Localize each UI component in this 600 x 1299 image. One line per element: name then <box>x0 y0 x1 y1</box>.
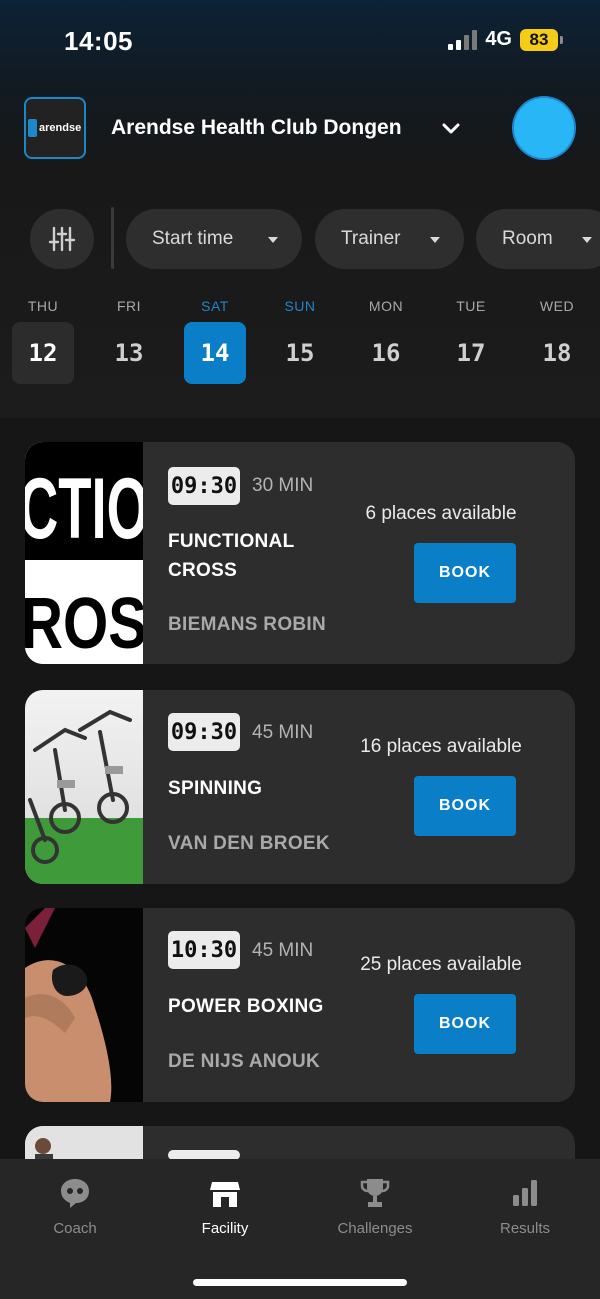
nav-challenges[interactable]: Challenges <box>315 1175 435 1237</box>
class-time: 09:30 <box>168 713 240 751</box>
class-duration: 30 MIN <box>252 475 314 496</box>
functional-cross-image: CTIO ROS <box>25 442 143 664</box>
day-number: 13 <box>114 339 144 367</box>
class-image <box>25 690 143 884</box>
svg-text:CTIO: CTIO <box>25 461 143 557</box>
day-name: TUE <box>456 298 486 314</box>
nav-label: Results <box>499 1220 551 1237</box>
places-available: 6 places available <box>365 503 517 524</box>
caret-down-icon <box>582 237 592 243</box>
class-name: POWER BOXING <box>168 996 324 1017</box>
sliders-icon <box>48 226 76 252</box>
day-name: THU <box>27 298 59 314</box>
class-card[interactable]: 09:30 45 MIN SPINNING VAN DEN BROEK 16 p… <box>25 690 575 884</box>
class-duration: 45 MIN <box>252 940 314 961</box>
spinning-bikes-image <box>25 690 143 884</box>
bar-chart-icon <box>507 1175 543 1211</box>
svg-text:ROS: ROS <box>25 584 143 664</box>
book-button[interactable]: BOOK <box>414 994 516 1054</box>
day-name: SUN <box>284 298 316 314</box>
book-button[interactable]: BOOK <box>414 543 516 603</box>
club-name[interactable]: Arendse Health Club Dongen <box>111 116 402 140</box>
class-card[interactable]: CTIO ROS 09:30 30 MIN FUNCTIONAL CROSS B… <box>25 442 575 664</box>
caret-down-icon <box>430 237 440 243</box>
class-trainer: VAN DEN BROEK <box>168 833 330 854</box>
day-number: 12 <box>12 322 74 384</box>
day-number: 14 <box>184 322 246 384</box>
day-sat[interactable]: SAT 14 <box>184 298 246 384</box>
coach-icon <box>57 1175 93 1211</box>
class-trainer: DE NIJS ANOUK <box>168 1051 321 1072</box>
room-label: Room <box>502 228 553 249</box>
nav-facility[interactable]: Facility <box>165 1175 285 1237</box>
class-image <box>25 908 143 1102</box>
day-name: SAT <box>201 298 229 314</box>
nav-label: Facility <box>201 1220 249 1237</box>
day-name: MON <box>368 298 404 314</box>
day-thu[interactable]: THU 12 <box>12 298 74 384</box>
class-time: 09:30 <box>168 467 240 505</box>
club-logo-mark: arendse <box>28 116 82 140</box>
avatar[interactable] <box>514 98 574 158</box>
battery-icon: 83 <box>520 28 563 51</box>
places-available: 16 places available <box>360 736 522 757</box>
day-name: WED <box>539 298 575 314</box>
class-duration: 45 MIN <box>252 722 314 743</box>
room-filter[interactable]: Room <box>476 209 600 269</box>
day-fri[interactable]: FRI 13 <box>98 298 160 384</box>
class-trainer: BIEMANS ROBIN <box>168 614 327 635</box>
day-name: FRI <box>116 298 142 314</box>
home-indicator[interactable] <box>193 1279 407 1286</box>
signal-icon <box>448 29 478 50</box>
day-sun[interactable]: SUN 15 <box>269 298 331 384</box>
nav-coach[interactable]: Coach <box>15 1175 135 1237</box>
class-time: 10:30 <box>168 931 240 969</box>
start-time-label: Start time <box>152 228 234 249</box>
day-mon[interactable]: MON 16 <box>355 298 417 384</box>
logo-text: arendse <box>39 121 82 134</box>
day-wed[interactable]: WED 18 <box>526 298 588 384</box>
nav-label: Coach <box>53 1220 97 1237</box>
facility-icon <box>207 1175 243 1211</box>
caret-down-icon <box>268 237 278 243</box>
day-number: 18 <box>542 339 572 367</box>
class-name: SPINNING <box>168 778 263 799</box>
class-image: CTIO ROS <box>25 442 143 664</box>
filter-button[interactable] <box>30 209 94 269</box>
day-number: 16 <box>371 339 401 367</box>
nav-results[interactable]: Results <box>465 1175 585 1237</box>
club-logo[interactable]: arendse <box>24 97 86 159</box>
trophy-icon <box>357 1175 393 1211</box>
book-button[interactable]: BOOK <box>414 776 516 836</box>
chevron-down-icon[interactable] <box>440 118 462 140</box>
status-time: 14:05 <box>64 26 133 56</box>
battery-level: 83 <box>529 29 549 49</box>
status-indicators: 4G 83 <box>448 28 563 51</box>
filter-divider <box>111 207 114 269</box>
network-type: 4G <box>485 28 512 50</box>
logo-mark-icon <box>28 119 37 137</box>
day-number: 17 <box>456 339 486 367</box>
class-name: FUNCTIONAL CROSS <box>168 531 295 581</box>
boxing-image <box>25 908 143 1102</box>
nav-label: Challenges <box>337 1220 413 1237</box>
class-card[interactable]: 10:30 45 MIN POWER BOXING DE NIJS ANOUK … <box>25 908 575 1102</box>
trainer-label: Trainer <box>341 228 401 249</box>
day-tue[interactable]: TUE 17 <box>440 298 502 384</box>
start-time-filter[interactable]: Start time <box>126 209 302 269</box>
day-number: 15 <box>285 339 315 367</box>
places-available: 25 places available <box>360 954 522 975</box>
trainer-filter[interactable]: Trainer <box>315 209 464 269</box>
